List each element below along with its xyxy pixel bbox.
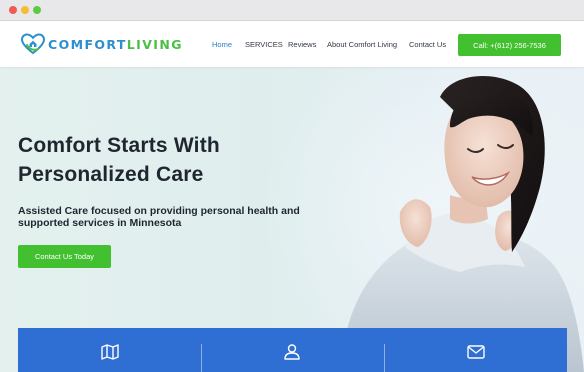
heart-house-logo-icon [21,33,45,55]
maximize-window-dot[interactable] [33,6,41,14]
nav-item-reviews[interactable]: Reviews [288,40,316,49]
contact-us-button[interactable]: Contact Us Today [18,245,111,268]
feature-divider [384,344,385,372]
nav-item-contact[interactable]: Contact Us [409,40,446,49]
logo-wordmark: COMFORTLIVING [48,37,183,52]
call-button[interactable]: Call: +(612) 256-7536 [458,34,561,56]
nav-item-about[interactable]: About Comfort Living [327,40,397,49]
site-logo[interactable]: COMFORTLIVING [21,33,183,55]
smiling-woman-photo [340,75,584,372]
mail-icon[interactable] [467,344,485,360]
close-window-dot[interactable] [9,6,17,14]
nav-item-home[interactable]: Home [212,40,232,49]
hero-title: Comfort Starts With Personalized Care [18,134,220,186]
hero-section: Comfort Starts With Personalized Care As… [0,67,584,372]
nav-item-services[interactable]: SERVICES [245,40,283,49]
feature-divider [201,344,202,372]
map-icon[interactable] [101,344,119,360]
site-header: COMFORTLIVING Home SERVICES Reviews Abou… [0,21,584,67]
feature-bar [18,328,567,372]
hero-subtitle: Assisted Care focused on providing perso… [18,205,300,229]
minimize-window-dot[interactable] [21,6,29,14]
browser-window: COMFORTLIVING Home SERVICES Reviews Abou… [0,0,584,372]
user-icon[interactable] [283,344,301,360]
logo-word-living: LIVING [126,36,183,52]
browser-chrome [0,0,584,21]
logo-word-comfort: COMFORT [48,36,127,52]
